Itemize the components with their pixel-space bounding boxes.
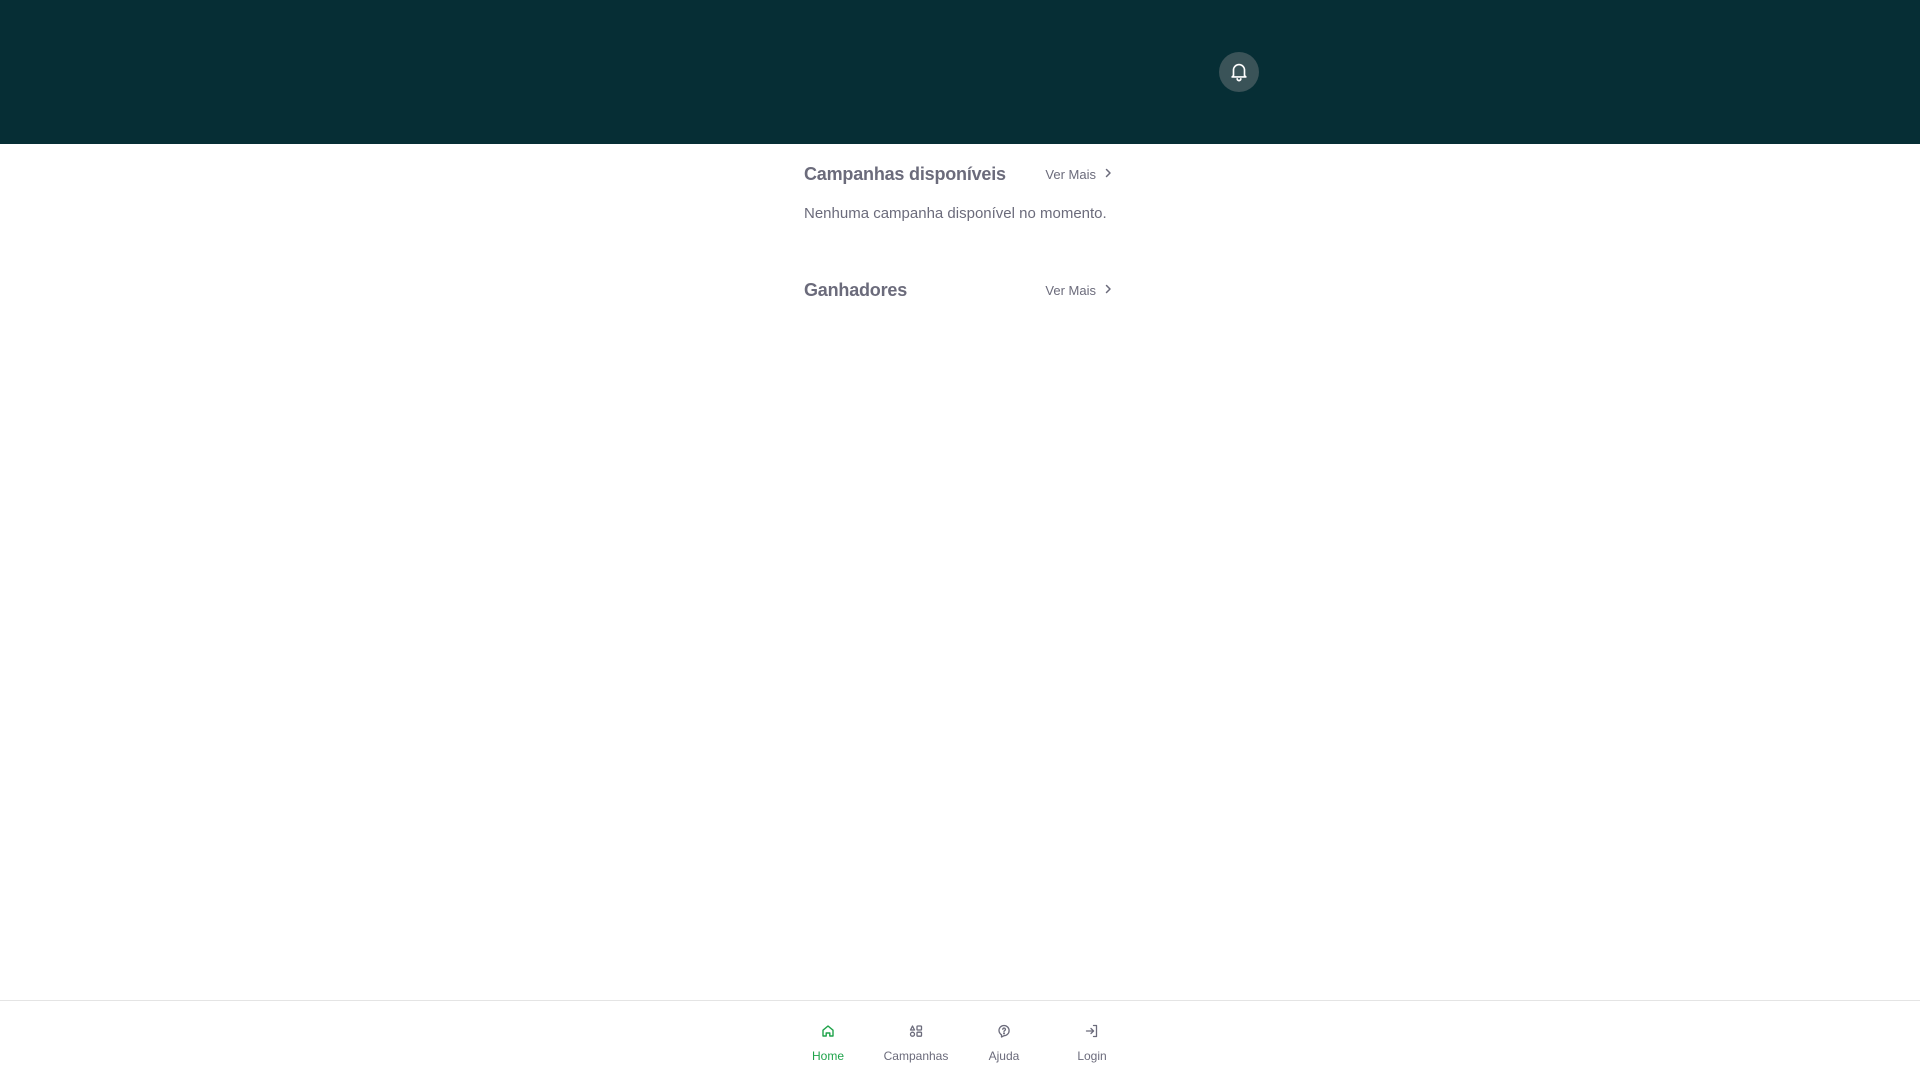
winners-section-title: Ganhadores [804,279,908,300]
winners-section: Ganhadores Ver Mais [804,260,1116,320]
notifications-button[interactable] [1219,52,1259,92]
help-icon [996,1023,1012,1044]
nav-item-help[interactable]: Ajuda [960,1023,1048,1063]
nav-label-home: Home [811,1049,844,1063]
campaigns-empty-message: Nenhuma campanha disponível no momento. [804,205,1107,222]
nav-item-campaigns[interactable]: Campanhas [872,1023,960,1063]
nav-label-login: Login [1077,1049,1107,1063]
campaigns-see-more-link[interactable]: Ver Mais [1045,167,1116,182]
chevron-right-icon [1102,167,1114,182]
nav-label-help: Ajuda [988,1049,1020,1063]
campaigns-section-title: Campanhas disponíveis [804,163,1006,184]
bottom-navigation: Home Campanhas Ajuda Login [0,1000,1920,1080]
winners-section-header: Ganhadores Ver Mais [804,260,1116,320]
winners-see-more-link[interactable]: Ver Mais [1045,283,1116,298]
bell-icon [1228,60,1250,85]
campaigns-icon [908,1023,924,1044]
see-more-label: Ver Mais [1045,282,1096,298]
chevron-right-icon [1102,283,1114,298]
nav-label-campaigns: Campanhas [883,1049,949,1063]
login-icon [1084,1023,1100,1044]
campaigns-section: Campanhas disponíveis Ver Mais Nenhuma c… [804,144,1116,244]
campaigns-section-header: Campanhas disponíveis Ver Mais [804,144,1116,204]
app-root: Campanhas disponíveis Ver Mais Nenhuma c… [0,0,1920,1080]
nav-item-login[interactable]: Login [1048,1023,1136,1063]
main-content: Campanhas disponíveis Ver Mais Nenhuma c… [804,144,1116,320]
see-more-label: Ver Mais [1045,166,1096,182]
nav-item-home[interactable]: Home [784,1023,872,1063]
home-icon [820,1023,836,1044]
top-header [0,0,1920,144]
